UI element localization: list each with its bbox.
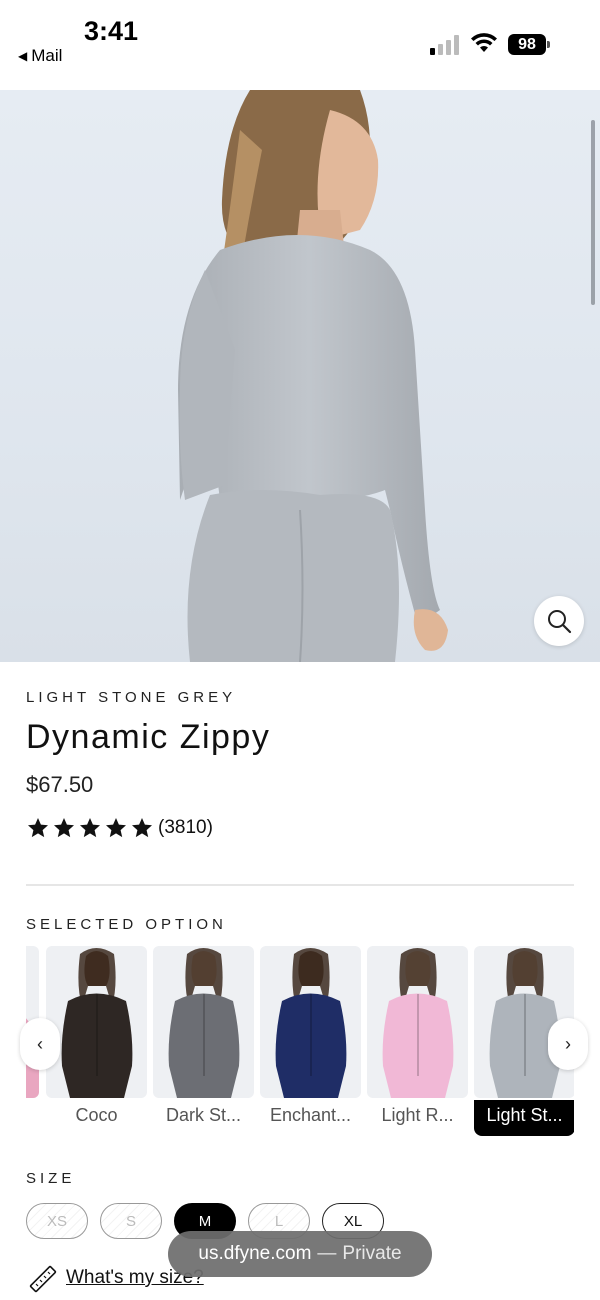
swatch-thumbnail	[260, 946, 361, 1098]
size-label: SIZE	[26, 1170, 76, 1187]
magnifier-icon	[548, 610, 572, 634]
color-swatch[interactable]: Light R...	[367, 946, 468, 1136]
swatch-thumbnail	[367, 946, 468, 1098]
chevron-left-icon: ‹	[37, 1033, 43, 1054]
private-mode-label: Private	[342, 1243, 402, 1264]
url-domain: us.dfyne.com	[198, 1243, 312, 1264]
size-option-s[interactable]: S	[100, 1203, 162, 1239]
battery-indicator: 98	[508, 34, 550, 55]
product-price: $67.50	[26, 772, 94, 797]
swatch-thumbnail	[153, 946, 254, 1098]
chevron-right-icon: ›	[565, 1033, 571, 1054]
status-time: 3:41	[84, 16, 139, 46]
cellular-signal-icon	[430, 35, 459, 55]
product-title: Dynamic Zippy	[26, 718, 271, 756]
page-scrollbar[interactable]	[591, 120, 595, 305]
carousel-prev-button[interactable]: ‹	[20, 1018, 60, 1070]
back-triangle-icon: ◀	[18, 49, 28, 63]
url-separator: —	[317, 1243, 337, 1264]
color-swatch[interactable]: Enchant...	[260, 946, 361, 1136]
color-swatch[interactable]: Coco	[46, 946, 147, 1136]
swatch-label: Enchant...	[269, 1105, 352, 1125]
product-hero-image[interactable]	[0, 90, 600, 662]
battery-level: 98	[508, 34, 546, 55]
model-photo	[178, 90, 448, 662]
back-label: Mail	[31, 46, 63, 65]
ruler-icon	[29, 1265, 57, 1293]
zoom-button[interactable]	[534, 596, 584, 646]
swatch-label: Coco	[75, 1105, 118, 1125]
star-icon	[28, 818, 48, 838]
color-swatch-carousel: Coco Dark St... Enchant... Light R... Light …	[26, 946, 574, 1138]
rating-count[interactable]: (3810)	[158, 817, 213, 839]
color-swatch[interactable]: Dark St...	[153, 946, 254, 1136]
swatch-label: Light St...	[474, 1100, 574, 1136]
star-icon	[106, 818, 126, 838]
carousel-next-button[interactable]: ›	[548, 1018, 588, 1070]
star-icon	[54, 818, 74, 838]
size-option-xs[interactable]: XS	[26, 1203, 88, 1239]
swatch-label: Dark St...	[165, 1105, 241, 1125]
star-icon	[132, 818, 152, 838]
star-icon	[80, 818, 100, 838]
back-to-mail-button[interactable]: ◀ Mail	[18, 46, 62, 66]
status-bar: 3:41 ◀ Mail 98	[0, 0, 600, 90]
section-divider	[26, 884, 574, 886]
swatch-thumbnail	[46, 946, 147, 1098]
swatch-label: Light R...	[381, 1105, 454, 1125]
product-color-name: LIGHT STONE GREY	[26, 689, 237, 706]
wifi-icon	[471, 33, 497, 52]
selected-option-label: SELECTED OPTION	[26, 916, 227, 933]
product-rating[interactable]: (3810)	[26, 816, 213, 840]
browser-address-pill[interactable]: us.dfyne.com — Private	[168, 1231, 432, 1277]
